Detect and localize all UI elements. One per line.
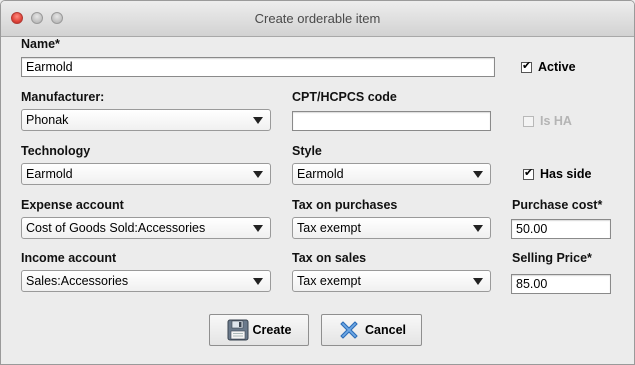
chevron-down-icon bbox=[473, 225, 483, 232]
expense-account-value: Cost of Goods Sold:Accessories bbox=[26, 221, 206, 235]
chevron-down-icon bbox=[473, 278, 483, 285]
create-button-label: Create bbox=[252, 323, 292, 337]
cancel-button[interactable]: Cancel bbox=[321, 314, 422, 346]
has-side-label: Has side bbox=[540, 167, 592, 181]
chevron-down-icon bbox=[473, 171, 483, 178]
technology-select[interactable]: Earmold bbox=[21, 163, 271, 185]
is-ha-checkbox bbox=[523, 116, 534, 127]
active-label: Active bbox=[538, 60, 576, 74]
chevron-down-icon bbox=[253, 225, 263, 232]
chevron-down-icon bbox=[253, 171, 263, 178]
cancel-button-label: Cancel bbox=[365, 323, 406, 337]
tax-purchases-value: Tax exempt bbox=[297, 221, 361, 235]
manufacturer-select[interactable]: Phonak bbox=[21, 109, 271, 131]
dialog-window: Create orderable item Name* Earmold ✔ Ac… bbox=[0, 0, 635, 365]
is-ha-label: Is HA bbox=[540, 114, 572, 128]
tax-purchases-label: Tax on purchases bbox=[292, 198, 398, 212]
tax-sales-select[interactable]: Tax exempt bbox=[292, 270, 491, 292]
income-account-value: Sales:Accessories bbox=[26, 274, 129, 288]
income-account-label: Income account bbox=[21, 251, 117, 265]
purchase-cost-label: Purchase cost* bbox=[512, 198, 603, 212]
x-cross-icon bbox=[340, 321, 358, 339]
chevron-down-icon bbox=[253, 117, 263, 124]
checkmark-icon: ✔ bbox=[522, 59, 532, 72]
tax-purchases-select[interactable]: Tax exempt bbox=[292, 217, 491, 239]
style-value: Earmold bbox=[297, 167, 344, 181]
chevron-down-icon bbox=[253, 278, 263, 285]
manufacturer-label: Manufacturer: bbox=[21, 90, 105, 104]
expense-account-label: Expense account bbox=[21, 198, 124, 212]
expense-account-select[interactable]: Cost of Goods Sold:Accessories bbox=[21, 217, 271, 239]
style-label: Style bbox=[292, 144, 322, 158]
cpt-code-label: CPT/HCPCS code bbox=[292, 90, 397, 104]
selling-price-field[interactable]: 85.00 bbox=[511, 274, 611, 294]
name-label: Name* bbox=[21, 37, 60, 51]
cpt-code-field[interactable] bbox=[292, 111, 491, 131]
purchase-cost-field[interactable]: 50.00 bbox=[511, 219, 611, 239]
active-checkbox[interactable]: ✔ bbox=[521, 59, 532, 73]
create-button[interactable]: Create bbox=[209, 314, 309, 346]
title-bar: Create orderable item bbox=[1, 1, 634, 37]
technology-value: Earmold bbox=[26, 167, 73, 181]
style-select[interactable]: Earmold bbox=[292, 163, 491, 185]
window-title: Create orderable item bbox=[254, 11, 381, 26]
selling-price-label: Selling Price* bbox=[512, 251, 592, 265]
name-field[interactable]: Earmold bbox=[21, 57, 495, 77]
checkmark-icon: ✔ bbox=[524, 166, 534, 179]
tax-sales-value: Tax exempt bbox=[297, 274, 361, 288]
manufacturer-value: Phonak bbox=[26, 113, 69, 127]
has-side-checkbox[interactable]: ✔ bbox=[523, 166, 534, 180]
floppy-disk-icon bbox=[227, 319, 249, 341]
income-account-select[interactable]: Sales:Accessories bbox=[21, 270, 271, 292]
technology-label: Technology bbox=[21, 144, 91, 158]
tax-sales-label: Tax on sales bbox=[292, 251, 367, 265]
